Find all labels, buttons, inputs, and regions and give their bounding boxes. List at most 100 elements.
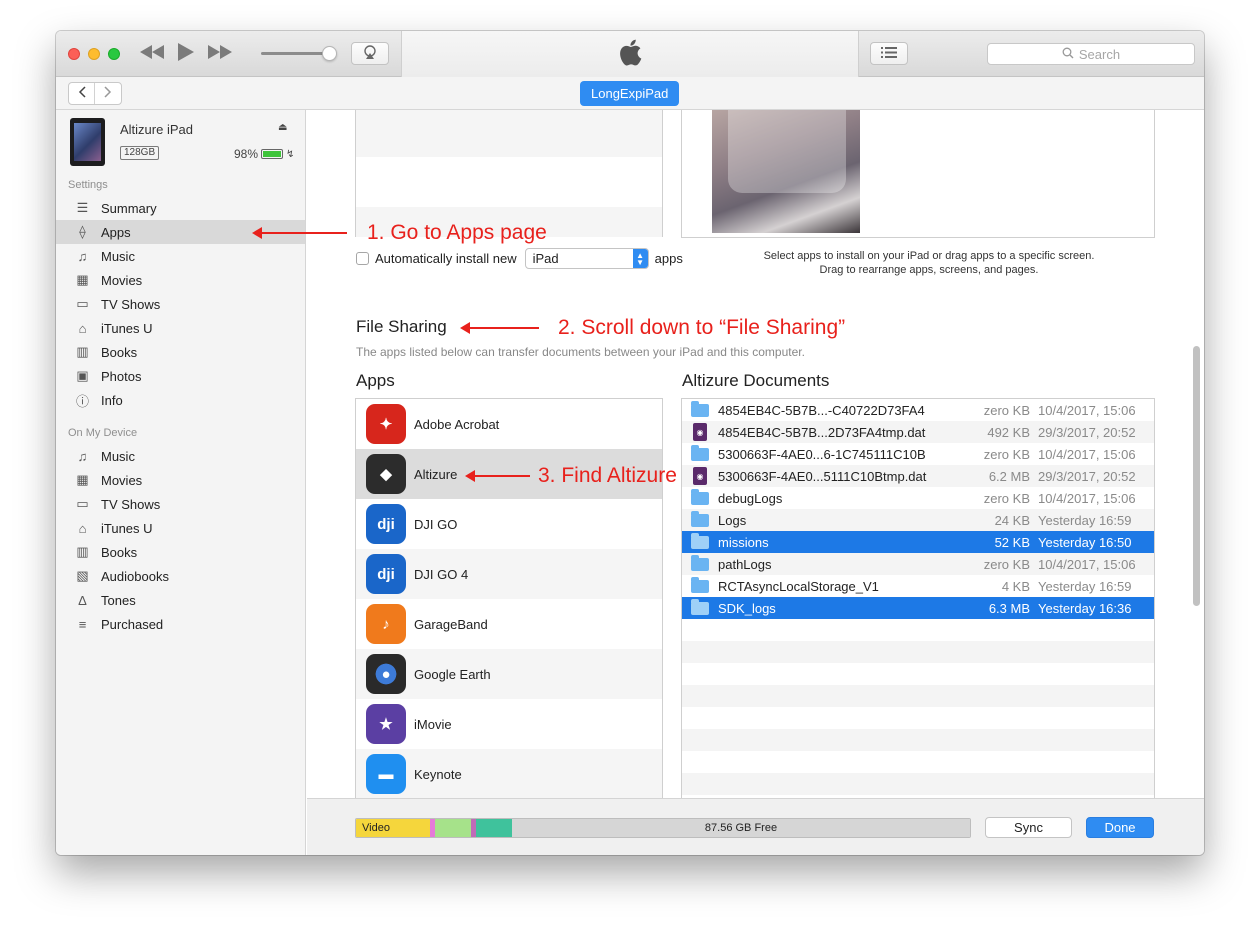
app-pages-list[interactable] — [355, 110, 663, 237]
close-window-button[interactable] — [68, 48, 80, 60]
main-scrollbar[interactable] — [1193, 346, 1200, 606]
sidebar-item-music[interactable]: ♫ Music — [56, 244, 305, 268]
document-name: 4854EB4C-5B7B...-C40722D73FA4 — [718, 402, 925, 418]
app-row-garageband[interactable]: ♪ GarageBand — [356, 599, 662, 649]
sidebar-item-itunes-u[interactable]: ⌂ iTunes U — [56, 316, 305, 340]
app-name: Altizure — [414, 466, 458, 482]
home-screen-preview[interactable] — [681, 110, 1155, 238]
tones-icon: ∆ — [78, 592, 87, 608]
up-next-button[interactable] — [870, 42, 908, 65]
folder-icon — [691, 444, 709, 461]
app-name: iMovie — [414, 716, 452, 732]
sidebar-item-label: Audiobooks — [101, 568, 169, 584]
document-date: 10/4/2017, 15:06 — [1038, 402, 1136, 418]
documents-list[interactable]: 4854EB4C-5B7B...-C40722D73FA4 zero KB 10/4… — [681, 398, 1155, 798]
forward-button[interactable] — [95, 83, 121, 104]
app-row-imovie[interactable]: ★ iMovie — [356, 699, 662, 749]
empty-row — [682, 707, 1154, 729]
sidebar-item-info[interactable]: ⓘ Info — [56, 388, 305, 412]
sidebar-device-item-tv-shows[interactable]: ▭ TV Shows — [56, 492, 305, 516]
sidebar-device-item-audiobooks[interactable]: ▧ Audiobooks — [56, 564, 305, 588]
sidebar-item-movies[interactable]: ▦ Movies — [56, 268, 305, 292]
airplay-button[interactable] — [351, 42, 389, 65]
auto-install-suffix: apps — [654, 251, 683, 266]
documents-column-title: Altizure Documents — [682, 371, 830, 390]
annotation-step-3: 3. Find Altizure — [538, 464, 677, 487]
history-buttons — [68, 82, 122, 105]
app-row-google-earth[interactable]: ● Google Earth — [356, 649, 662, 699]
music-icon: ♫ — [77, 248, 88, 264]
device-type-select[interactable]: iPad ▲ ▼ — [524, 248, 649, 269]
auto-install-checkbox[interactable] — [356, 252, 369, 265]
document-size: 6.3 MB — [988, 600, 1030, 616]
itunes-u-icon: ⌂ — [78, 320, 87, 336]
apple-logo-icon — [618, 38, 642, 70]
movies-icon: ▦ — [76, 272, 89, 287]
sidebar-item-label: Purchased — [101, 616, 164, 632]
eject-icon[interactable]: ⏏ — [278, 122, 287, 133]
app-row-dji-go-4[interactable]: dji DJI GO 4 — [356, 549, 662, 599]
sidebar-item-summary[interactable]: ☰ Summary — [56, 196, 305, 220]
app-row-adobe-acrobat[interactable]: ✦ Adobe Acrobat — [356, 399, 662, 449]
sidebar-device-item-music[interactable]: ♫ Music — [56, 444, 305, 468]
sidebar-item-label: iTunes U — [101, 320, 153, 336]
folder-icon — [691, 400, 709, 417]
annotation-arrow-1 — [252, 227, 347, 239]
app-row-dji-go[interactable]: dji DJI GO — [356, 499, 662, 549]
empty-row — [682, 751, 1154, 773]
document-size: zero KB — [983, 490, 1030, 506]
dji-go-app-icon: dji — [366, 504, 406, 544]
document-row[interactable]: ◉ 4854EB4C-5B7B...2D73FA4tmp.dat 492 KB 29/… — [682, 421, 1154, 443]
document-size: 24 KB — [994, 512, 1030, 528]
document-row[interactable]: 5300663F-4AE0...6-1C745111C10B zero KB 10/… — [682, 443, 1154, 465]
volume-slider-knob[interactable] — [322, 46, 337, 61]
play-icon[interactable] — [178, 43, 194, 61]
folder-icon — [691, 576, 709, 593]
empty-row — [682, 663, 1154, 685]
airplay-icon — [362, 45, 378, 62]
app-row-keynote[interactable]: ▬ Keynote — [356, 749, 662, 798]
document-row[interactable]: Logs 24 KB Yesterday 16:59 — [682, 509, 1154, 531]
sidebar-device-item-books[interactable]: ▥ Books — [56, 540, 305, 564]
zoom-window-button[interactable] — [108, 48, 120, 60]
sidebar-item-tv-shows[interactable]: ▭ TV Shows — [56, 292, 305, 316]
back-button[interactable] — [69, 83, 95, 104]
document-row[interactable]: debugLogs zero KB 10/4/2017, 15:06 — [682, 487, 1154, 509]
screens-hint: Select apps to install on your iPad or d… — [727, 249, 1131, 277]
document-row[interactable]: ◉ 5300663F-4AE0...5111C10Btmp.dat 6.2 MB 29… — [682, 465, 1154, 487]
fast-forward-icon[interactable] — [208, 45, 232, 59]
app-name: Adobe Acrobat — [414, 416, 500, 432]
document-size: 52 KB — [994, 534, 1030, 550]
toolbar: Search — [56, 31, 1204, 77]
chevron-right-icon — [104, 86, 112, 101]
sidebar-item-label: Summary — [101, 200, 157, 216]
sidebar-device-item-movies[interactable]: ▦ Movies — [56, 468, 305, 492]
document-row[interactable]: missions 52 KB Yesterday 16:50 — [682, 531, 1154, 553]
document-row[interactable]: RCTAsyncLocalStorage_V1 4 KB Yesterday 16:… — [682, 575, 1154, 597]
minimize-window-button[interactable] — [88, 48, 100, 60]
sync-button[interactable]: Sync — [985, 817, 1072, 838]
annotation-arrow-2 — [460, 322, 539, 334]
empty-row — [682, 685, 1154, 707]
empty-row — [682, 641, 1154, 663]
device-type-value: iPad — [532, 251, 559, 266]
ipad-device-icon — [70, 118, 105, 166]
search-input[interactable]: Search — [987, 43, 1195, 65]
done-button[interactable]: Done — [1086, 817, 1154, 838]
sidebar-item-photos[interactable]: ▣ Photos — [56, 364, 305, 388]
device-button[interactable]: LongExpiPad — [580, 81, 680, 106]
file-sharing-apps-list[interactable]: ✦ Adobe Acrobat ◆ Altizure dji DJI GO dji DJI G… — [355, 398, 663, 798]
rewind-icon[interactable] — [140, 45, 164, 59]
search-icon — [1062, 47, 1074, 62]
document-date: Yesterday 16:59 — [1038, 512, 1132, 528]
sidebar-device-item-purchased[interactable]: ≡ Purchased — [56, 612, 305, 636]
sidebar-item-books[interactable]: ▥ Books — [56, 340, 305, 364]
sidebar-device-item-itunes-u[interactable]: ⌂ iTunes U — [56, 516, 305, 540]
app-name: GarageBand — [414, 616, 488, 632]
sidebar-device-item-tones[interactable]: ∆ Tones — [56, 588, 305, 612]
lcd-display — [401, 31, 859, 77]
document-row[interactable]: SDK_logs 6.3 MB Yesterday 16:36 — [682, 597, 1154, 619]
empty-row — [682, 773, 1154, 795]
document-row[interactable]: 4854EB4C-5B7B...-C40722D73FA4 zero KB 10/4… — [682, 399, 1154, 421]
document-row[interactable]: pathLogs zero KB 10/4/2017, 15:06 — [682, 553, 1154, 575]
